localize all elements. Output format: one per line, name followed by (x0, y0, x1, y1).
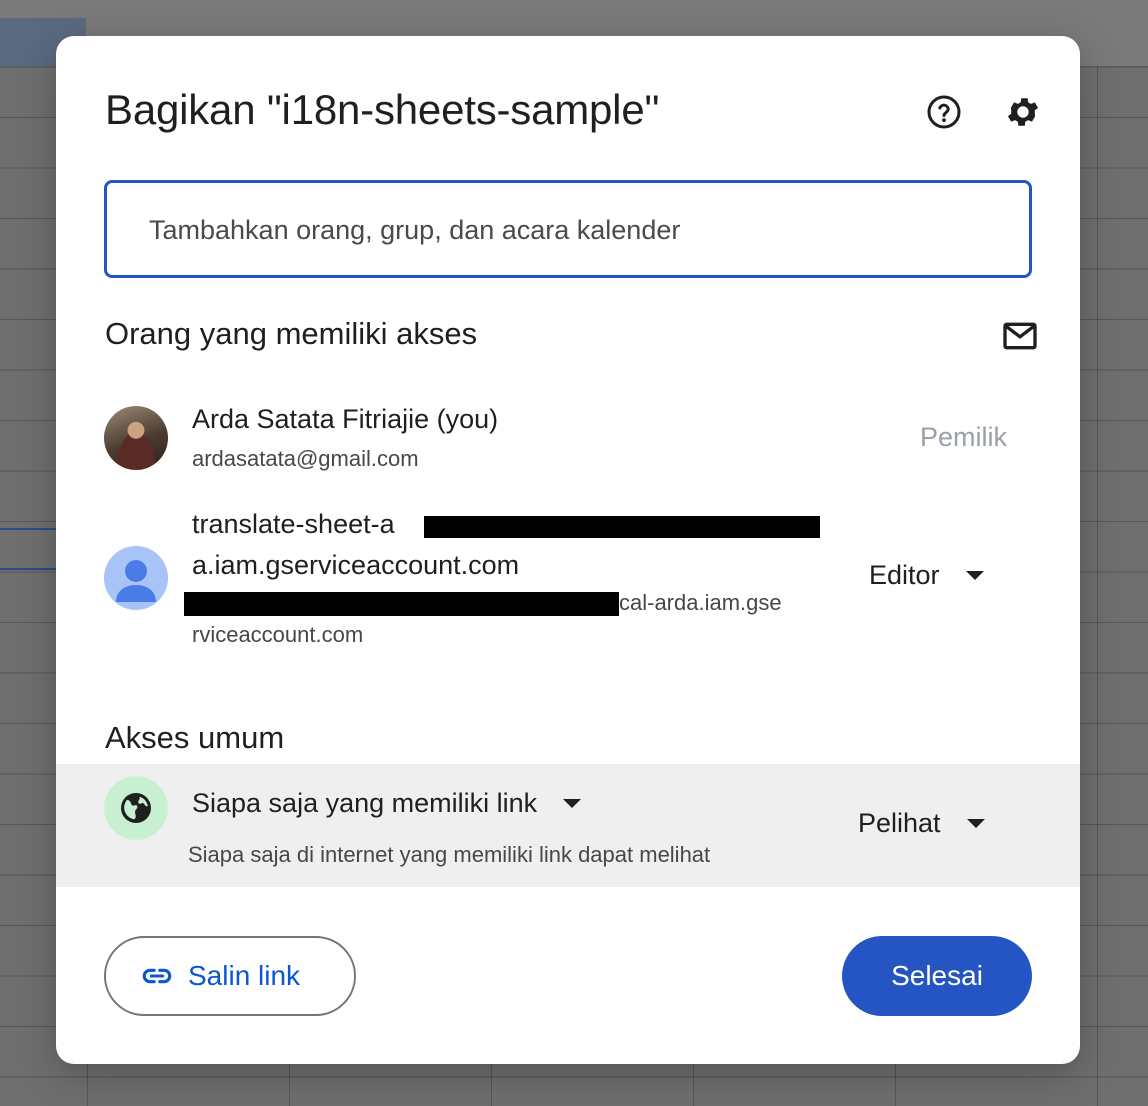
link-access-dropdown[interactable]: Siapa saja yang memiliki link (192, 788, 582, 819)
link-icon (140, 959, 174, 993)
caret-down-icon (965, 571, 984, 580)
caret-down-icon (966, 819, 985, 828)
caret-down-icon (563, 799, 582, 808)
settings-button[interactable] (999, 88, 1047, 136)
share-dialog: Bagikan "i18n-sheets-sample" Orang yang … (56, 36, 1080, 1064)
person-icon (116, 560, 156, 602)
person-name-line2: a.iam.gserviceaccount.com (192, 550, 520, 580)
help-circle-icon (927, 95, 961, 129)
role-label: Editor (869, 560, 940, 590)
role-label: Pelihat (858, 808, 941, 838)
person-email: ardasatata@gmail.com (192, 446, 419, 471)
link-access-description: Siapa saja di internet yang memiliki lin… (188, 842, 711, 867)
general-access-heading: Akses umum (105, 720, 285, 755)
avatar (104, 406, 168, 470)
link-access-label: Siapa saja yang memiliki link (192, 788, 538, 818)
copy-link-label: Salin link (188, 960, 301, 991)
redaction-bar (424, 516, 820, 538)
dialog-title: Bagikan "i18n-sheets-sample" (105, 86, 660, 133)
editor-role-dropdown[interactable]: Editor (869, 560, 984, 591)
globe-badge (104, 776, 168, 840)
mail-icon (1003, 322, 1037, 350)
done-button[interactable]: Selesai (842, 936, 1032, 1016)
person-name-line1: translate-sheet-a (192, 509, 395, 539)
gear-icon (1007, 98, 1039, 126)
help-button[interactable] (920, 88, 968, 136)
owner-role-label: Pemilik (920, 422, 1008, 452)
add-people-input[interactable] (147, 209, 971, 251)
people-with-access-heading: Orang yang memiliki akses (105, 316, 478, 351)
person-name: Arda Satata Fitriajie (you) (192, 404, 499, 434)
globe-icon (121, 793, 151, 823)
avatar (104, 546, 168, 610)
email-people-button[interactable] (996, 312, 1044, 360)
spreadsheet-selection-border (0, 568, 56, 570)
person-email-line1: cal-arda.iam.gse (619, 590, 782, 615)
redaction-bar (184, 592, 619, 616)
add-people-field[interactable] (104, 180, 1032, 278)
link-role-dropdown[interactable]: Pelihat (858, 808, 985, 839)
spreadsheet-selection-border (0, 528, 56, 530)
copy-link-button[interactable]: Salin link (104, 936, 356, 1016)
person-email-line2: rviceaccount.com (192, 622, 364, 647)
